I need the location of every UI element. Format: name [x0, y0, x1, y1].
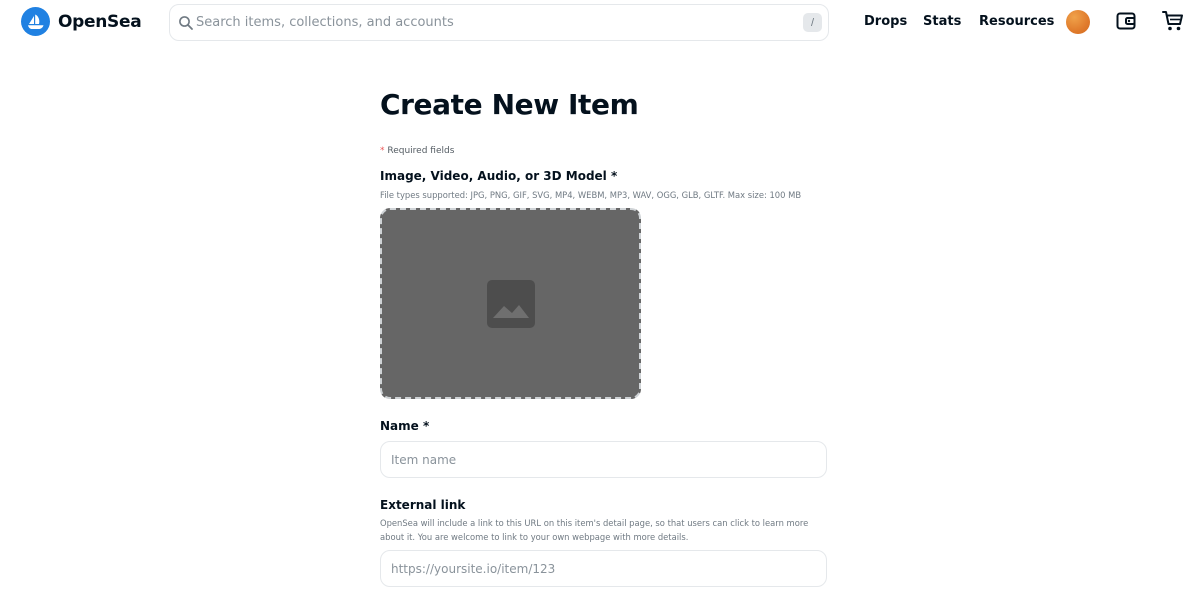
cart-icon[interactable]	[1161, 9, 1185, 33]
external-link-label: External link	[380, 498, 466, 512]
nav-resources[interactable]: Resources	[979, 14, 1054, 29]
search-input[interactable]	[196, 5, 796, 40]
required-fields-note: * Required fields	[380, 146, 454, 156]
external-link-input[interactable]	[381, 551, 826, 586]
media-field-label: Image, Video, Audio, or 3D Model *	[380, 169, 618, 183]
nav-stats[interactable]: Stats	[923, 14, 961, 29]
avatar[interactable]	[1066, 10, 1090, 34]
opensea-logo[interactable]: OpenSea	[21, 7, 142, 36]
search-icon	[178, 15, 194, 31]
opensea-logo-icon	[21, 7, 50, 36]
name-input[interactable]	[381, 442, 826, 477]
media-field-subtitle: File types supported: JPG, PNG, GIF, SVG…	[380, 190, 802, 200]
top-navbar: OpenSea / Drops Stats Resources	[0, 0, 1200, 44]
search-shortcut-badge: /	[803, 13, 822, 32]
page-title: Create New Item	[380, 88, 639, 121]
name-field-label: Name *	[380, 419, 430, 433]
required-star: *	[380, 146, 385, 156]
name-field[interactable]	[380, 441, 827, 478]
opensea-logo-text: OpenSea	[58, 11, 142, 32]
media-upload-dropzone[interactable]	[380, 208, 641, 399]
wallet-icon[interactable]	[1115, 10, 1137, 32]
nav-drops[interactable]: Drops	[864, 14, 907, 29]
external-link-subtitle: OpenSea will include a link to this URL …	[380, 518, 809, 542]
external-link-field[interactable]	[380, 550, 827, 587]
search-bar[interactable]: /	[169, 4, 829, 41]
image-icon	[486, 279, 535, 328]
required-fields-text: Required fields	[387, 146, 455, 156]
